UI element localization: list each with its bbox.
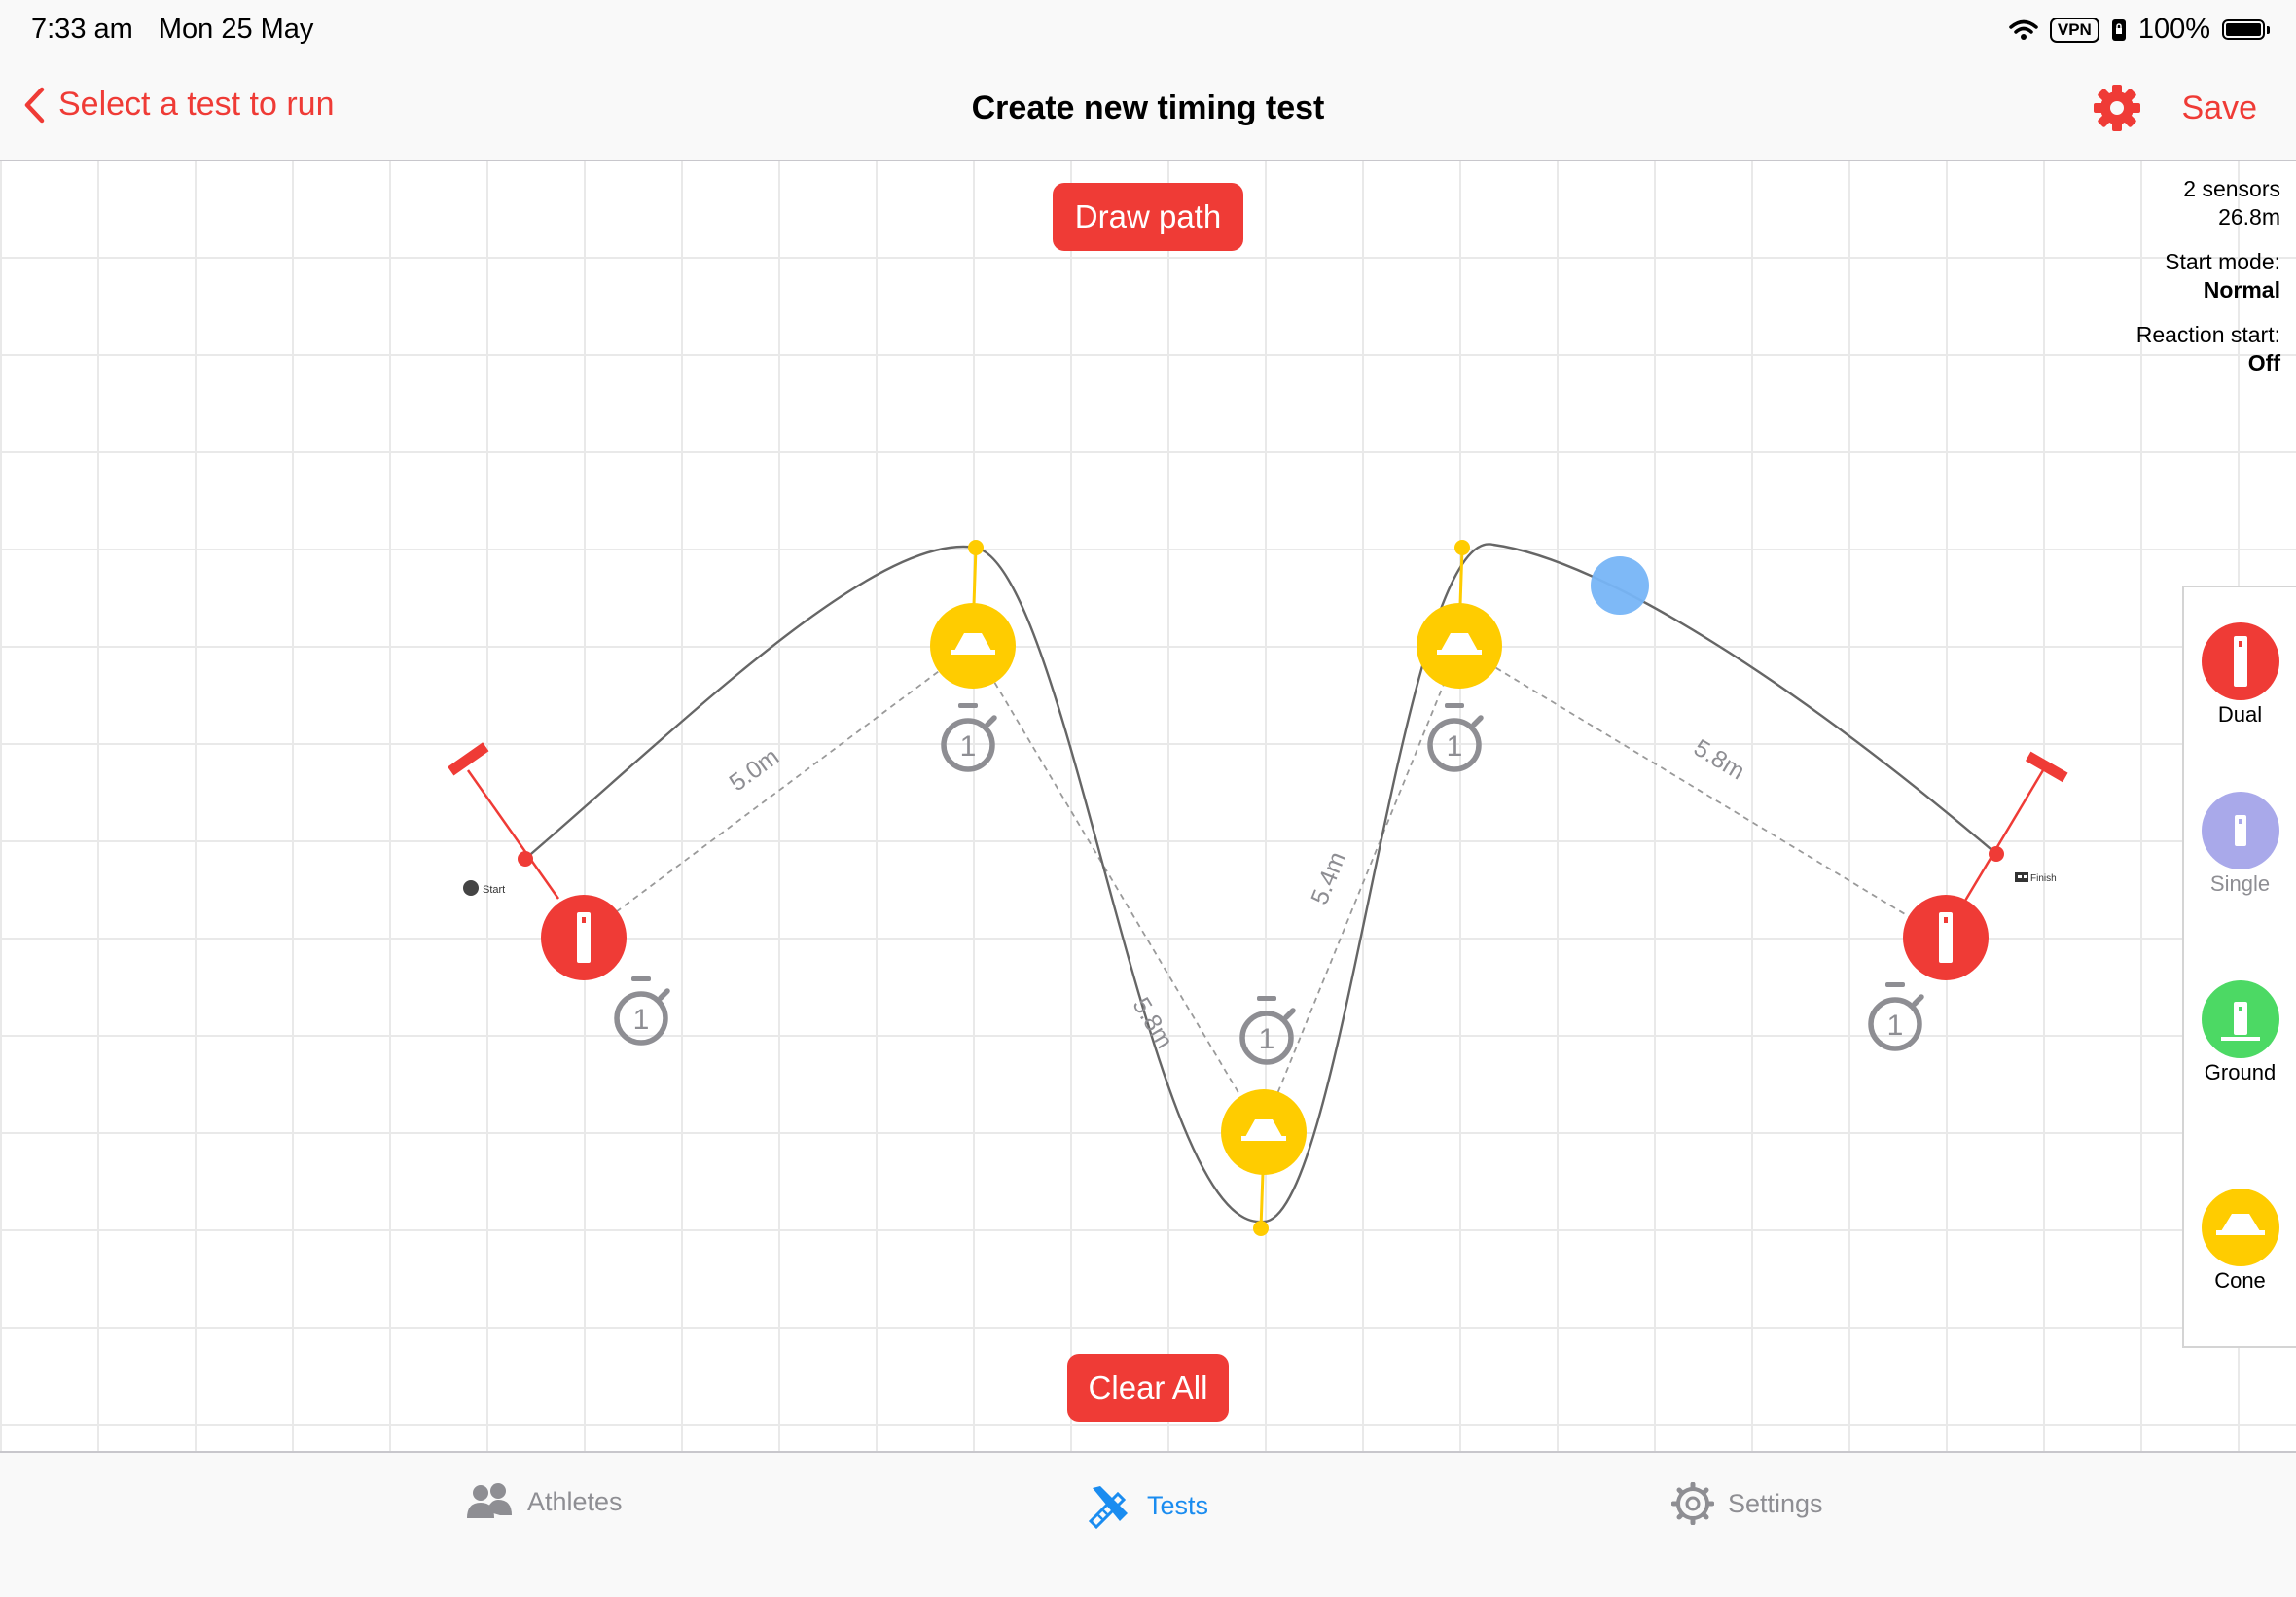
tab-athletes[interactable]: Athletes (465, 1482, 623, 1521)
page-title: Create new timing test (971, 89, 1325, 126)
cone-1[interactable] (930, 540, 1016, 689)
test-summary-panel: 2 sensors 26.8m Start mode: Normal React… (2136, 175, 2280, 377)
stopwatch-icon: 1 (1242, 996, 1293, 1062)
segment-label-1: 5.0m (725, 743, 784, 797)
ground-sensor-icon (2201, 980, 2279, 1058)
dual-sensor-icon (2201, 622, 2279, 700)
tab-settings[interactable]: Settings (1671, 1482, 1823, 1525)
svg-text:1: 1 (1259, 1023, 1275, 1055)
svg-text:1: 1 (633, 1004, 650, 1036)
segment-label-3: 5.4m (1306, 848, 1351, 908)
athletes-icon (467, 1483, 512, 1518)
cone-icon (2201, 1189, 2279, 1266)
save-button[interactable]: Save (2182, 89, 2258, 127)
status-left: 7:33 am Mon 25 May (31, 14, 331, 46)
clear-all-button[interactable]: Clear All (1067, 1354, 1229, 1422)
stopwatch-icon: 1 (944, 703, 994, 769)
palette-label-single: Single (2209, 871, 2271, 896)
start-mode-value: Normal (2203, 277, 2280, 302)
svg-text:1: 1 (1447, 730, 1463, 763)
portrait-lock-icon (2111, 18, 2126, 41)
tab-athletes-label: Athletes (527, 1486, 623, 1516)
status-date: Mon 25 May (158, 14, 314, 45)
finish-gate[interactable] (1903, 751, 2068, 980)
sensor-palette: Dual Single Ground Cone (2182, 586, 2296, 1348)
navigation-bar: Select a test to run Create new timing t… (0, 62, 2296, 161)
svg-text:1: 1 (1887, 1010, 1904, 1042)
tab-tests-label: Tests (1147, 1490, 1209, 1520)
start-flag: Start (463, 880, 505, 896)
palette-item-single[interactable]: Single (2184, 792, 2296, 897)
single-sensor-icon (2201, 792, 2279, 869)
palette-label-dual: Dual (2217, 702, 2263, 727)
draw-path-button[interactable]: Draw path (1053, 183, 1243, 251)
wifi-icon (2009, 19, 2038, 40)
reaction-start-value: Off (2247, 350, 2280, 375)
tab-tests[interactable]: Tests (1087, 1482, 1208, 1529)
palette-label-cone: Cone (2214, 1268, 2266, 1293)
course-diagram: 5.0m 5.8m 5.4m 5.8m Start Finish 1 1 1 1… (448, 540, 2068, 1236)
stopwatch-icon: 1 (617, 976, 667, 1043)
battery-percent: 100% (2137, 14, 2210, 45)
cone-3[interactable] (1417, 540, 1502, 689)
finish-flag: Finish (2015, 872, 2057, 884)
palette-item-cone[interactable]: Cone (2184, 1189, 2296, 1294)
status-time: 7:33 am (31, 14, 133, 45)
sensor-count: 2 sensors (2183, 176, 2280, 201)
palette-item-ground[interactable]: Ground (2184, 980, 2296, 1085)
palette-item-dual[interactable]: Dual (2184, 622, 2296, 728)
cone-2[interactable] (1221, 1089, 1307, 1236)
gear-icon[interactable] (2093, 84, 2141, 132)
segment-label-4: 5.8m (1689, 734, 1749, 786)
tests-icon (1088, 1486, 1128, 1529)
stopwatch-icon: 1 (1871, 982, 1921, 1048)
svg-text:1: 1 (960, 730, 977, 763)
tab-settings-label: Settings (1728, 1488, 1823, 1518)
vpn-badge: VPN (2049, 17, 2099, 43)
palette-label-ground: Ground (2204, 1060, 2277, 1084)
stopwatch-icon: 1 (1430, 703, 1481, 769)
segment-label-2: 5.8m (1128, 993, 1179, 1053)
reaction-start-label: Reaction start: (2135, 322, 2280, 347)
path-marker[interactable] (1591, 556, 1649, 615)
settings-gear-icon (1671, 1482, 1714, 1525)
course-canvas[interactable]: 5.0m 5.8m 5.4m 5.8m Start Finish 1 1 1 1… (0, 161, 2296, 1451)
finish-label: Finish (2030, 873, 2057, 884)
status-right: VPN 100% (2009, 14, 2270, 46)
total-distance: 26.8m (2218, 204, 2280, 230)
start-gate[interactable] (448, 742, 627, 980)
nav-actions: Save (2093, 84, 2258, 132)
start-mode-label: Start mode: (2165, 249, 2280, 274)
start-label: Start (483, 884, 505, 896)
battery-icon (2222, 19, 2270, 40)
tab-bar: Athletes Tests Settings (0, 1451, 2296, 1597)
status-bar: 7:33 am Mon 25 May VPN 100% (0, 0, 2296, 62)
